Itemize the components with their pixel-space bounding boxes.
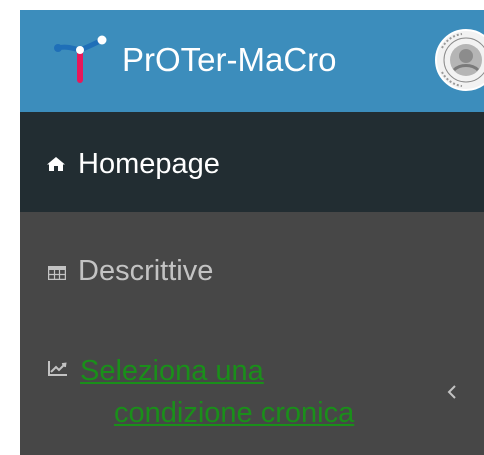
condition-select-link[interactable]: Seleziona una condizione cronica	[80, 350, 420, 434]
university-seal-icon	[435, 29, 484, 91]
link-text-line-2: condizione cronica	[114, 397, 355, 429]
brand-header: PrOTer-MaCro	[20, 10, 484, 112]
menu-item-label: Descrittive	[78, 255, 214, 287]
home-icon	[47, 157, 65, 171]
menu-item-label: Homepage	[78, 148, 220, 180]
chevron-left-icon[interactable]	[446, 384, 458, 400]
link-text-line-1: Seleziona una	[80, 355, 264, 387]
line-chart-icon	[48, 361, 67, 376]
menu-item-homepage[interactable]: Homepage	[20, 112, 484, 212]
molecule-logo-icon	[54, 35, 107, 83]
menu-item-condizione-cronica[interactable]: Seleziona una condizione cronica	[20, 322, 484, 455]
table-icon	[48, 266, 66, 280]
sidebar: PrOTer-MaCro Homepage Descrittive Selezi…	[20, 10, 484, 455]
app-title: PrOTer-MaCro	[122, 41, 337, 78]
menu-item-descrittive[interactable]: Descrittive	[20, 212, 484, 322]
